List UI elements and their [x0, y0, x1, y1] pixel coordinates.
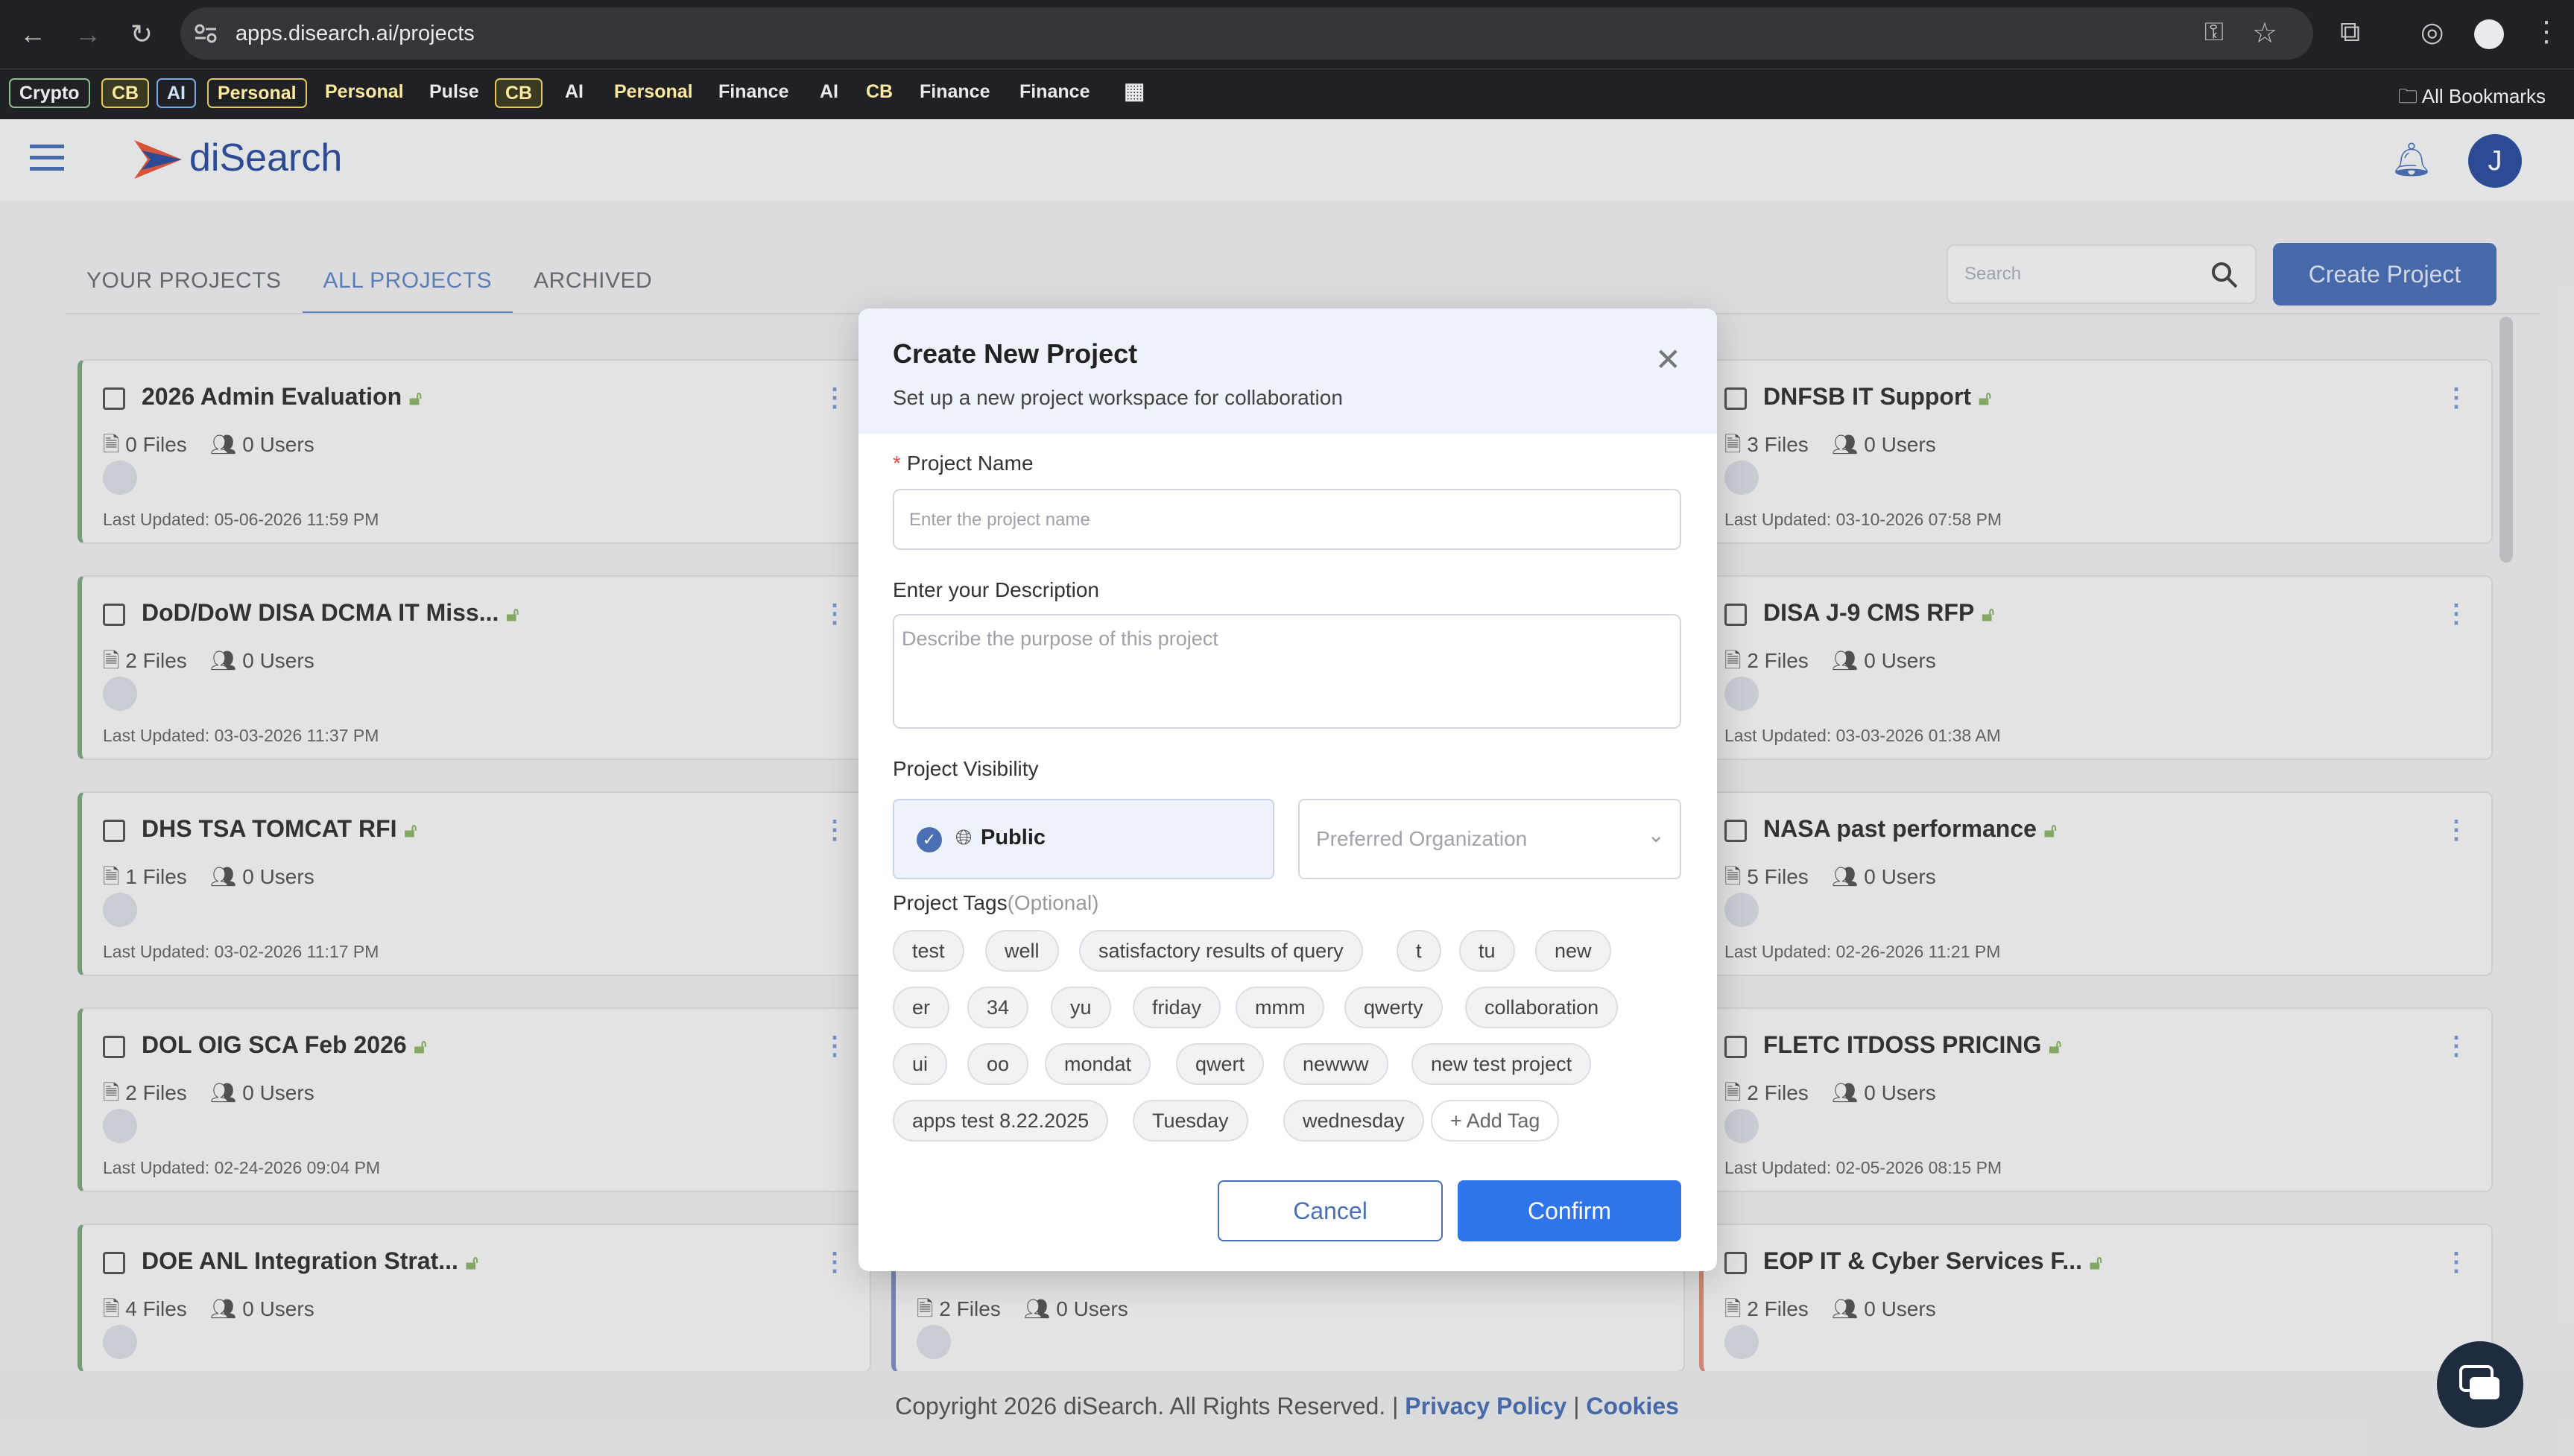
- tag-chip[interactable]: oo: [967, 1043, 1029, 1085]
- project-name-label-text: Project Name: [906, 452, 1034, 475]
- apps-grid-icon[interactable]: ▦: [1115, 78, 1154, 108]
- add-tag-button[interactable]: + Add Tag: [1431, 1100, 1560, 1142]
- dialog-title: Create New Project: [893, 338, 1138, 369]
- organization-placeholder: Preferred Organization: [1316, 827, 1528, 850]
- bookmark-item[interactable]: Pulse: [420, 78, 488, 108]
- tag-chip[interactable]: collaboration: [1465, 987, 1619, 1028]
- description-label: Enter your Description: [893, 578, 1100, 601]
- tag-chip[interactable]: mondat: [1045, 1043, 1151, 1085]
- bookmark-item[interactable]: Finance: [911, 78, 999, 108]
- menu-icon[interactable]: ⋮: [2532, 15, 2561, 48]
- bookmarks-bar: Crypto CB AI Personal Personal Pulse CB …: [0, 69, 2574, 119]
- bookmark-item[interactable]: Personal: [316, 78, 413, 108]
- tag-chip[interactable]: newww: [1283, 1043, 1388, 1085]
- profile-icon[interactable]: [2474, 19, 2504, 49]
- close-icon[interactable]: ✕: [1655, 341, 1681, 378]
- tag-chip[interactable]: apps test 8.22.2025: [893, 1100, 1109, 1142]
- all-bookmarks[interactable]: 🗀 All Bookmarks: [2398, 83, 2546, 115]
- star-icon[interactable]: ☆: [2252, 16, 2277, 50]
- project-name-input[interactable]: Enter the project name: [893, 489, 1681, 550]
- cancel-button[interactable]: Cancel: [1218, 1180, 1443, 1241]
- tag-chip[interactable]: yu: [1051, 987, 1111, 1028]
- tag-chip[interactable]: tu: [1459, 930, 1515, 972]
- address-bar[interactable]: apps.disearch.ai/projects ⚿ ☆: [180, 7, 2313, 60]
- check-icon: ✓: [917, 827, 942, 852]
- performance-icon[interactable]: ◎: [2420, 16, 2444, 48]
- tag-chip[interactable]: qwert: [1176, 1043, 1265, 1085]
- url-text: apps.disearch.ai/projects: [235, 21, 475, 45]
- tags-label: Project Tags(Optional): [893, 891, 1099, 915]
- tags-label-text: Project Tags: [893, 891, 1008, 914]
- tag-chip[interactable]: friday: [1133, 987, 1221, 1028]
- bookmark-item[interactable]: AI: [156, 78, 196, 108]
- bookmark-item[interactable]: AI: [811, 78, 847, 108]
- key-icon[interactable]: ⚿: [2204, 18, 2224, 47]
- tag-chip[interactable]: mmm: [1236, 987, 1325, 1028]
- extensions-icon[interactable]: ⧉: [2340, 16, 2360, 48]
- visibility-value: Public: [981, 826, 1046, 849]
- dialog-header: Create New Project Set up a new project …: [858, 308, 1717, 434]
- bookmark-item[interactable]: Personal: [207, 78, 307, 108]
- tag-chip[interactable]: ui: [893, 1043, 948, 1085]
- site-info-icon[interactable]: [194, 22, 218, 45]
- tag-chip[interactable]: wednesday: [1283, 1100, 1424, 1142]
- bookmark-item[interactable]: CB: [857, 78, 902, 108]
- bookmark-item[interactable]: CB: [101, 78, 150, 108]
- bookmark-item[interactable]: Finance: [1011, 78, 1098, 108]
- tags-optional: (Optional): [1007, 891, 1099, 914]
- tag-chip[interactable]: satisfactory results of query: [1079, 930, 1363, 972]
- project-name-label: * Project Name: [893, 452, 1034, 475]
- tag-chip[interactable]: er: [893, 987, 950, 1028]
- bookmark-item[interactable]: Personal: [605, 78, 702, 108]
- tag-chip[interactable]: well: [985, 930, 1059, 972]
- browser-toolbar: ← → ↻ apps.disearch.ai/projects ⚿ ☆ ⧉ ◎ …: [0, 0, 2574, 69]
- back-icon[interactable]: ←: [15, 16, 51, 52]
- dialog-subtitle: Set up a new project workspace for colla…: [893, 386, 1343, 409]
- chat-icon[interactable]: [2437, 1341, 2523, 1428]
- description-textarea[interactable]: Describe the purpose of this project: [893, 614, 1681, 729]
- visibility-public-option[interactable]: ✓ 🌐︎ Public: [893, 799, 1274, 879]
- tag-chip[interactable]: new: [1535, 930, 1611, 972]
- create-project-dialog: Create New Project Set up a new project …: [858, 308, 1717, 1271]
- reload-icon[interactable]: ↻: [124, 16, 159, 52]
- tag-chip[interactable]: 34: [967, 987, 1029, 1028]
- globe-icon: 🌐︎: [955, 826, 973, 849]
- confirm-button[interactable]: Confirm: [1458, 1180, 1681, 1241]
- tag-chip[interactable]: qwerty: [1344, 987, 1443, 1028]
- tag-chip[interactable]: t: [1397, 930, 1441, 972]
- bookmark-item[interactable]: CB: [495, 78, 543, 108]
- description-placeholder: Describe the purpose of this project: [902, 627, 1218, 650]
- bookmark-item[interactable]: AI: [556, 78, 592, 108]
- forward-icon[interactable]: →: [70, 16, 106, 52]
- chevron-down-icon: ⌄: [1647, 823, 1665, 846]
- all-bookmarks-label: All Bookmarks: [2421, 85, 2546, 107]
- bookmark-item[interactable]: Crypto: [9, 78, 90, 108]
- project-name-placeholder: Enter the project name: [909, 510, 1090, 530]
- bookmark-item[interactable]: Finance: [709, 78, 797, 108]
- visibility-label: Project Visibility: [893, 757, 1039, 780]
- tag-chip[interactable]: Tuesday: [1133, 1100, 1248, 1142]
- tag-chip[interactable]: test: [893, 930, 964, 972]
- organization-select[interactable]: Preferred Organization ⌄: [1298, 799, 1681, 879]
- tag-chip[interactable]: new test project: [1411, 1043, 1592, 1085]
